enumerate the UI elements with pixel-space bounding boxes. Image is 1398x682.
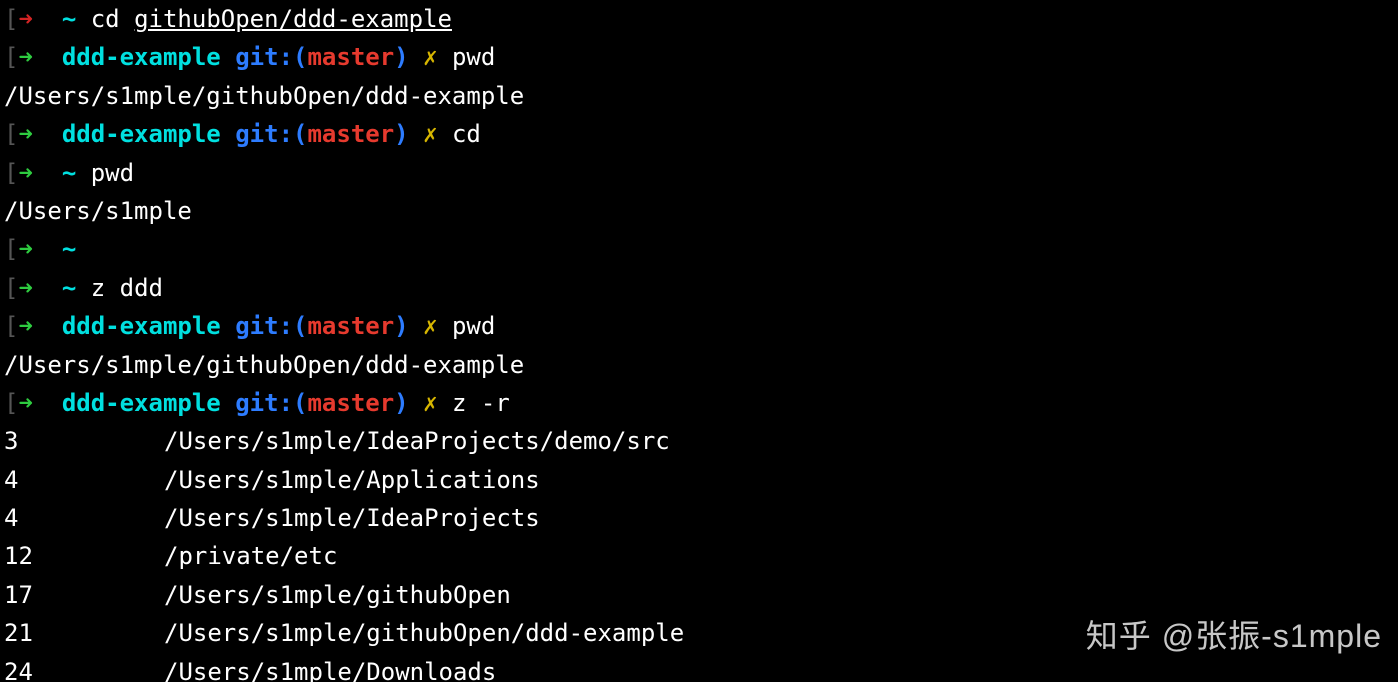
z-path: /Users/s1mple/IdeaProjects (164, 499, 540, 537)
git-label: git:( (235, 312, 307, 340)
bracket-glyph: [ (4, 389, 18, 417)
bracket-glyph: [ (4, 274, 18, 302)
git-branch: master (307, 120, 394, 148)
prompt-dir: ddd-example (62, 389, 221, 417)
git-branch: master (307, 43, 394, 71)
prompt-line: [➜ ~ z ddd (4, 269, 1394, 307)
prompt-dir: ~ (62, 159, 76, 187)
z-path: /Users/s1mple/Applications (164, 461, 540, 499)
z-count: 17 (4, 576, 164, 614)
z-count: 3 (4, 422, 164, 460)
z-count: 4 (4, 461, 164, 499)
terminal[interactable]: [➜ ~ cd githubOpen/ddd-example[➜ ddd-exa… (0, 0, 1398, 682)
arrow-icon: ➜ (18, 389, 32, 417)
output-line: /Users/s1mple (4, 192, 1394, 230)
arrow-icon: ➜ (18, 43, 32, 71)
z-list-row: 24/Users/s1mple/Downloads (4, 653, 1394, 682)
git-close: ) (394, 312, 408, 340)
bracket-glyph: [ (4, 159, 18, 187)
prompt-dir: ~ (62, 274, 76, 302)
git-branch: master (307, 312, 394, 340)
z-path: /Users/s1mple/githubOpen/ddd-example (164, 614, 684, 652)
output-text: /Users/s1mple (4, 197, 192, 225)
bracket-glyph: [ (4, 43, 18, 71)
z-path: /Users/s1mple/IdeaProjects/demo/src (164, 422, 670, 460)
bracket-glyph: [ (4, 312, 18, 340)
arrow-icon: ➜ (18, 159, 32, 187)
prompt-line: [➜ ddd-example git:(master) ✗ z -r (4, 384, 1394, 422)
command-text[interactable]: pwd (91, 159, 134, 187)
output-line: /Users/s1mple/githubOpen/ddd-example (4, 77, 1394, 115)
git-close: ) (394, 120, 408, 148)
arrow-icon: ➜ (18, 120, 32, 148)
arrow-icon: ➜ (18, 5, 32, 33)
arrow-icon: ➜ (18, 274, 32, 302)
git-label: git:( (235, 389, 307, 417)
z-list-row: 17/Users/s1mple/githubOpen (4, 576, 1394, 614)
command-text[interactable]: z -r (452, 389, 510, 417)
git-label: git:( (235, 120, 307, 148)
command-text[interactable]: z ddd (91, 274, 163, 302)
prompt-line: [➜ ddd-example git:(master) ✗ pwd (4, 307, 1394, 345)
output-line: /Users/s1mple/githubOpen/ddd-example (4, 346, 1394, 384)
command-text[interactable]: cd (91, 5, 134, 33)
z-list-row: 4/Users/s1mple/Applications (4, 461, 1394, 499)
z-list-row: 21/Users/s1mple/githubOpen/ddd-example (4, 614, 1394, 652)
z-list-row: 12/private/etc (4, 537, 1394, 575)
z-list-row: 3/Users/s1mple/IdeaProjects/demo/src (4, 422, 1394, 460)
z-count: 12 (4, 537, 164, 575)
z-path: /private/etc (164, 537, 337, 575)
prompt-dir: ddd-example (62, 43, 221, 71)
dirty-icon: ✗ (423, 43, 437, 71)
git-close: ) (394, 43, 408, 71)
git-branch: master (307, 389, 394, 417)
prompt-line: [➜ ~ cd githubOpen/ddd-example (4, 0, 1394, 38)
z-count: 24 (4, 653, 164, 682)
arrow-icon: ➜ (18, 235, 32, 263)
prompt-line: [➜ ddd-example git:(master) ✗ pwd (4, 38, 1394, 76)
prompt-line: [➜ ~ pwd (4, 154, 1394, 192)
bracket-glyph: [ (4, 235, 18, 263)
z-list-row: 4/Users/s1mple/IdeaProjects (4, 499, 1394, 537)
command-text[interactable]: pwd (452, 312, 495, 340)
dirty-icon: ✗ (423, 120, 437, 148)
prompt-line: [➜ ~ (4, 230, 1394, 268)
z-count: 21 (4, 614, 164, 652)
command-text[interactable]: cd (452, 120, 481, 148)
prompt-dir: ~ (62, 235, 76, 263)
dirty-icon: ✗ (423, 312, 437, 340)
prompt-line: [➜ ddd-example git:(master) ✗ cd (4, 115, 1394, 153)
prompt-dir: ddd-example (62, 120, 221, 148)
z-path: /Users/s1mple/Downloads (164, 653, 496, 682)
command-text[interactable]: pwd (452, 43, 495, 71)
output-text: /Users/s1mple/githubOpen/ddd-example (4, 351, 524, 379)
prompt-dir: ~ (62, 5, 76, 33)
z-count: 4 (4, 499, 164, 537)
z-path: /Users/s1mple/githubOpen (164, 576, 511, 614)
command-arg[interactable]: githubOpen/ddd-example (134, 5, 452, 33)
bracket-glyph: [ (4, 120, 18, 148)
output-text: /Users/s1mple/githubOpen/ddd-example (4, 82, 524, 110)
bracket-glyph: [ (4, 5, 18, 33)
prompt-dir: ddd-example (62, 312, 221, 340)
arrow-icon: ➜ (18, 312, 32, 340)
git-close: ) (394, 389, 408, 417)
git-label: git:( (235, 43, 307, 71)
dirty-icon: ✗ (423, 389, 437, 417)
